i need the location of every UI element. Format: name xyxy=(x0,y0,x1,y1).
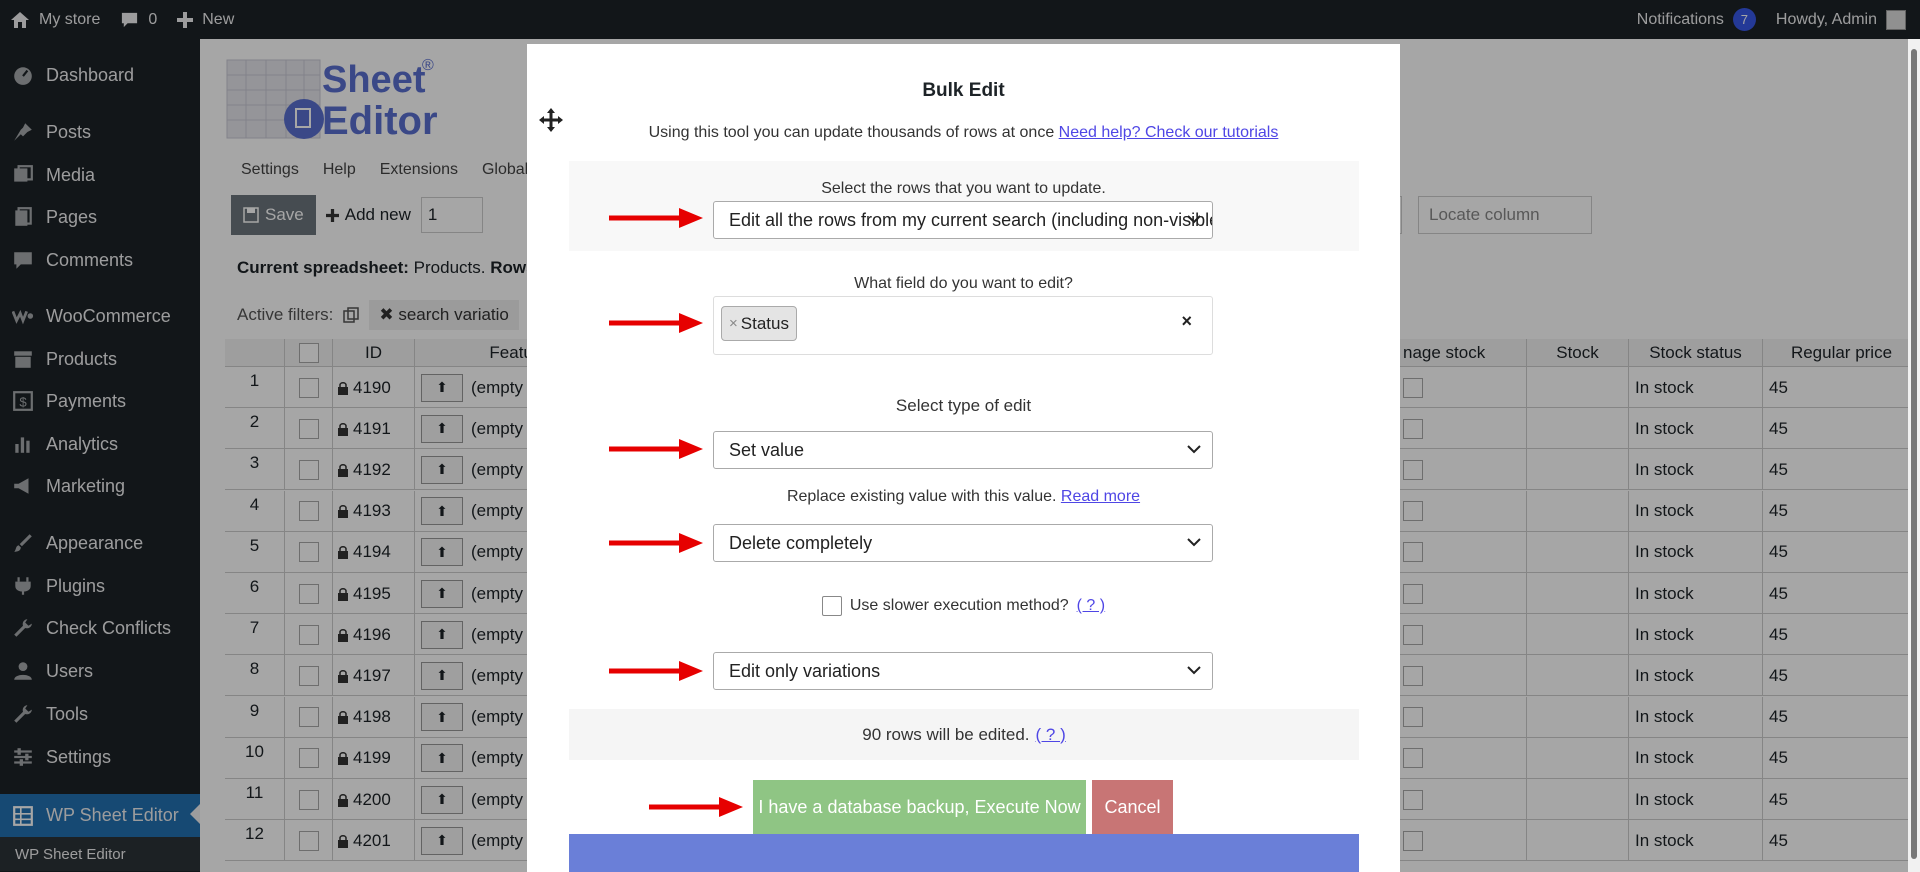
annotation-arrow xyxy=(609,661,703,681)
annotation-arrow xyxy=(609,208,703,228)
variations-select[interactable]: Edit only variations xyxy=(713,652,1213,690)
chevron-down-icon xyxy=(1187,445,1201,454)
annotation-arrow xyxy=(649,797,743,817)
replace-text: Replace existing value with this value. xyxy=(786,488,1057,505)
value-select-value: Delete completely xyxy=(729,532,873,553)
selected-field-label: Status xyxy=(740,313,789,333)
chevron-down-icon xyxy=(1187,666,1201,675)
modal-intro: Using this tool you can update thousands… xyxy=(527,124,1400,142)
execute-button[interactable]: I have a database backup, Execute Now xyxy=(753,780,1086,834)
annotation-arrow xyxy=(609,313,703,333)
rows-edited-notice: 90 rows will be edited. ( ? ) xyxy=(569,709,1359,760)
variations-select-value: Edit only variations xyxy=(729,660,881,681)
edit-type-select[interactable]: Set value xyxy=(713,431,1213,469)
read-more-link[interactable]: Read more xyxy=(1061,488,1140,505)
bulk-edit-modal: Bulk Edit Using this tool you can update… xyxy=(527,44,1400,872)
edit-type-label: Select type of edit xyxy=(895,396,1032,415)
rows-select[interactable]: Edit all the rows from my current search… xyxy=(713,201,1213,239)
modal-footer-bar xyxy=(569,834,1359,872)
intro-text: Using this tool you can update thousands… xyxy=(648,124,1055,141)
edit-type-value: Set value xyxy=(729,439,805,460)
field-label: What field do you want to edit? xyxy=(854,275,1073,292)
slower-execution-checkbox[interactable] xyxy=(821,596,842,616)
tutorials-link[interactable]: Need help? Check our tutorials xyxy=(1059,124,1279,141)
cancel-button[interactable]: Cancel xyxy=(1092,780,1173,834)
selected-field-tag: × Status xyxy=(721,306,797,341)
rows-edited-text: 90 rows will be edited. xyxy=(862,724,1030,744)
annotation-arrow xyxy=(609,533,703,553)
annotation-arrow xyxy=(609,439,703,459)
modal-title: Bulk Edit xyxy=(922,80,1005,101)
chevron-down-icon xyxy=(1187,538,1201,547)
rows-edited-help-link[interactable]: ( ? ) xyxy=(1036,725,1066,745)
slower-execution-row: Use slower execution method? ( ? ) xyxy=(527,596,1400,616)
field-select[interactable]: × Status × xyxy=(713,296,1213,355)
replace-hint: Replace existing value with this value. … xyxy=(527,488,1400,506)
clear-field-icon[interactable]: × xyxy=(1181,311,1192,332)
rows-label: Select the rows that you want to update. xyxy=(821,180,1106,197)
remove-tag-icon[interactable]: × xyxy=(729,315,738,332)
value-select[interactable]: Delete completely xyxy=(713,524,1213,562)
chevron-down-icon xyxy=(1187,215,1201,224)
page-scrollbar[interactable] xyxy=(1908,39,1920,872)
slower-execution-label: Use slower execution method? xyxy=(849,597,1069,614)
rows-select-value: Edit all the rows from my current search… xyxy=(729,209,1213,230)
slower-help-link[interactable]: ( ? ) xyxy=(1077,597,1105,615)
